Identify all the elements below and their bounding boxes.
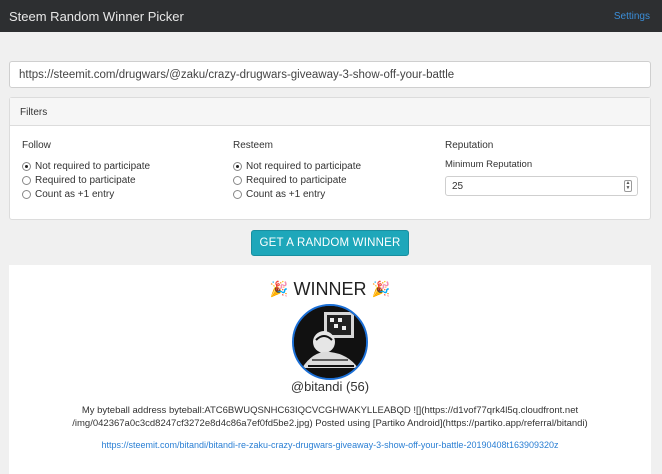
- radio-icon[interactable]: [22, 175, 31, 185]
- resteem-filter: Resteem Not required to participate Requ…: [233, 140, 361, 201]
- number-spinner-icon[interactable]: ▲ ▼: [624, 180, 632, 192]
- option-label: Not required to participate: [35, 160, 151, 172]
- winner-username[interactable]: @bitandi (56): [9, 379, 651, 394]
- follow-option-not-required[interactable]: Not required to participate: [22, 159, 150, 173]
- party-popper-icon: 🎉: [269, 281, 289, 298]
- option-label: Count as +1 entry: [35, 188, 115, 200]
- button-label: GET A RANDOM WINNER: [259, 237, 401, 249]
- party-popper-icon: 🎉: [371, 281, 391, 298]
- radio-icon[interactable]: [233, 175, 242, 185]
- resteem-option-not-required[interactable]: Not required to participate: [233, 159, 361, 173]
- resteem-title: Resteem: [233, 140, 274, 151]
- option-label: Required to participate: [246, 174, 347, 186]
- winner-card: 🎉 WINNER 🎉 @bitandi (56) My byteball add…: [9, 265, 651, 474]
- app-title[interactable]: Steem Random Winner Picker: [9, 9, 184, 24]
- filters-panel: Filters Follow Not required to participa…: [9, 97, 651, 220]
- option-label: Not required to participate: [246, 160, 362, 172]
- follow-filter: Follow Not required to participate Requi…: [22, 140, 150, 201]
- follow-title: Follow: [22, 140, 51, 151]
- follow-option-required[interactable]: Required to participate: [22, 173, 150, 187]
- radio-selected-icon[interactable]: [233, 161, 242, 171]
- winner-comment: My byteball address byteball:ATC6BWUQSNH…: [49, 404, 611, 430]
- comment-line: /img/042367a0c3cd8247cf3272e8d4c86a7ef0f…: [72, 418, 588, 429]
- min-reputation-value: 25: [452, 180, 464, 192]
- top-navbar: Steem Random Winner Picker Settings: [0, 0, 662, 32]
- comment-line: My byteball address byteball:ATC6BWUQSNH…: [81, 405, 579, 416]
- follow-option-extra-entry[interactable]: Count as +1 entry: [22, 187, 150, 201]
- min-reputation-label: Minimum Reputation: [445, 159, 533, 170]
- winner-heading: 🎉 WINNER 🎉: [9, 279, 651, 300]
- radio-icon[interactable]: [233, 189, 242, 199]
- resteem-option-required[interactable]: Required to participate: [233, 173, 361, 187]
- resteem-option-extra-entry[interactable]: Count as +1 entry: [233, 187, 361, 201]
- winner-permalink[interactable]: https://steemit.com/bitandi/bitandi-re-z…: [9, 440, 651, 450]
- winner-heading-text: WINNER: [293, 279, 367, 299]
- post-url-input[interactable]: [9, 61, 651, 88]
- filters-heading: Filters: [10, 98, 650, 126]
- get-random-winner-button[interactable]: GET A RANDOM WINNER: [251, 230, 409, 256]
- option-label: Required to participate: [35, 174, 136, 186]
- reputation-title: Reputation: [445, 140, 494, 151]
- winner-avatar: [292, 304, 368, 380]
- avatar-image: [294, 306, 366, 378]
- reputation-filter: Reputation Minimum Reputation 25 ▲ ▼: [445, 140, 638, 196]
- option-label: Count as +1 entry: [246, 188, 326, 200]
- min-reputation-input[interactable]: 25 ▲ ▼: [445, 176, 638, 196]
- settings-link[interactable]: Settings: [614, 11, 650, 22]
- radio-icon[interactable]: [22, 189, 31, 199]
- radio-selected-icon[interactable]: [22, 161, 31, 171]
